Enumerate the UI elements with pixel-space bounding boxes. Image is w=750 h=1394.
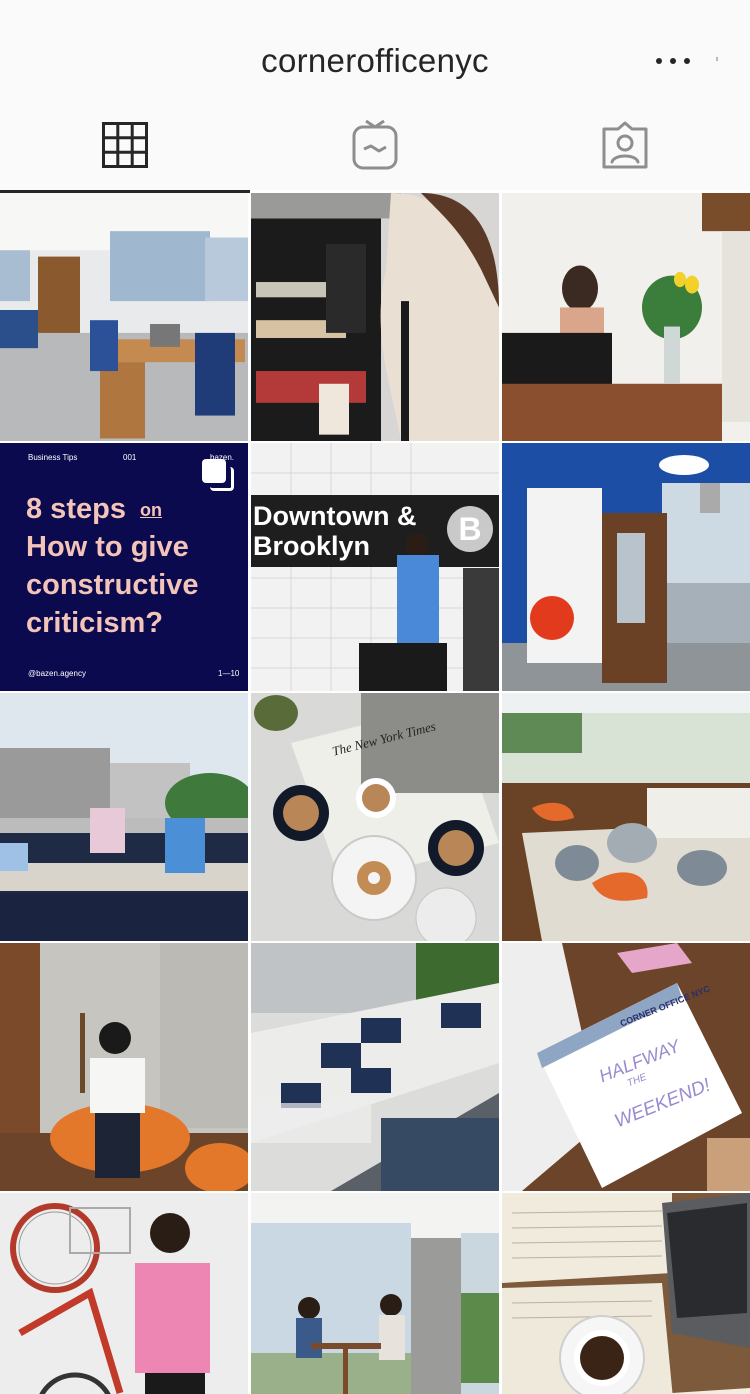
graphic-page: 1—10 <box>218 669 240 678</box>
post-tile-reception[interactable] <box>502 193 750 441</box>
lounge-chairs-photo <box>502 693 750 941</box>
graphic-header-label: Business Tips <box>28 453 78 462</box>
post-tile-business-tips[interactable]: Business Tips 001 bazen. 8 steps on How … <box>0 443 248 691</box>
subway-line-b-badge: B <box>447 506 493 552</box>
subway-sign-line2: Brooklyn <box>253 531 371 561</box>
grid-icon <box>102 122 148 168</box>
scroll-indicator <box>716 57 718 61</box>
graphic-line1: 8 steps <box>26 493 126 525</box>
graphic-line4: criticism? <box>26 607 163 639</box>
carousel-multiple-icon <box>202 459 234 491</box>
more-dot <box>684 58 690 64</box>
post-tile-halfway-weekend[interactable]: CORNER OFFICE NYC HALFWAY THE WEEKEND! <box>502 943 750 1191</box>
subway-sign-line1: Downtown & <box>253 501 417 531</box>
coffee-newspaper-photo <box>251 693 499 941</box>
tab-posts-grid[interactable] <box>0 100 250 190</box>
rooftop-meeting-photo <box>0 693 248 941</box>
post-tile-rooftop-meeting[interactable] <box>0 693 248 941</box>
tab-igtv[interactable] <box>250 100 500 190</box>
reception-photo <box>502 193 750 441</box>
post-tile-subway-sign[interactable]: Downtown & Brooklyn B <box>251 443 499 691</box>
tagged-user-icon <box>602 121 648 169</box>
coffee-station-photo <box>251 193 499 441</box>
office-desk-photo <box>0 193 248 441</box>
post-tile-blue-lounge[interactable] <box>502 443 750 691</box>
graphic-line1-small: on <box>140 499 163 520</box>
rooftop-terrace-photo <box>251 943 499 1191</box>
profile-username: cornerofficenyc <box>261 42 489 79</box>
graphic-handle: @bazen.agency <box>28 669 86 678</box>
post-tile-lounge-chairs[interactable] <box>502 693 750 941</box>
post-tile-coffee-newspaper[interactable]: The New York Times <box>251 693 499 941</box>
woman-orange-chair-photo <box>0 943 248 1191</box>
post-tile-window-meeting[interactable] <box>251 1193 499 1394</box>
profile-tabs <box>0 100 750 190</box>
blue-lounge-photo <box>502 443 750 691</box>
post-tile-woman-orange-chair[interactable] <box>0 943 248 1191</box>
post-tile-bike-man[interactable] <box>0 1193 248 1394</box>
post-tile-coffee-books[interactable] <box>502 1193 750 1394</box>
more-dot <box>670 58 676 64</box>
window-meeting-photo <box>251 1193 499 1394</box>
tab-tagged[interactable] <box>500 100 750 190</box>
more-options-button[interactable] <box>656 54 690 68</box>
post-tile-office-desk[interactable] <box>0 193 248 441</box>
bike-man-photo <box>0 1193 248 1394</box>
graphic-line3: constructive <box>26 569 199 601</box>
graphic-header-number: 001 <box>123 453 137 462</box>
post-tile-coffee-station[interactable] <box>251 193 499 441</box>
subway-tile-wall <box>251 443 499 691</box>
igtv-icon <box>352 120 398 170</box>
graphic-line2: How to give <box>26 531 189 563</box>
more-dot <box>656 58 662 64</box>
coffee-books-photo <box>502 1193 750 1394</box>
post-tile-rooftop-terrace[interactable] <box>251 943 499 1191</box>
